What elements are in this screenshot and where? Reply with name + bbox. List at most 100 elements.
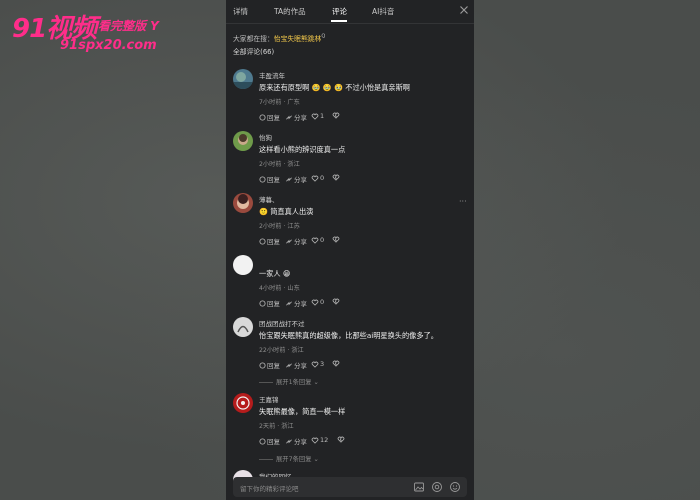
comment-username[interactable]: 团战团战打不过 xyxy=(259,318,305,328)
tab-ai-douyin[interactable]: AI抖音 xyxy=(372,6,394,17)
tab-works[interactable]: TA的作品 xyxy=(274,6,306,17)
broken-heart-icon xyxy=(332,174,340,181)
trending-keyword-link[interactable]: 怡宝失眠熊跳林 xyxy=(274,35,322,43)
comment-meta: 2小时前 · 江苏 xyxy=(259,223,300,230)
comment-username[interactable]: 一家人 😁 xyxy=(259,269,290,279)
like-button[interactable]: 0 xyxy=(311,236,324,244)
dislike-button[interactable] xyxy=(332,298,341,305)
image-icon[interactable] xyxy=(413,481,425,493)
comment-text: 失眠熊最像，简直一模一样 xyxy=(259,407,346,416)
emoji-icon[interactable] xyxy=(449,481,461,493)
comment-actions: 回复 分享 0 xyxy=(259,174,459,184)
avatar[interactable] xyxy=(233,69,253,89)
avatar[interactable] xyxy=(233,317,253,337)
reply-icon xyxy=(259,237,266,245)
dislike-button[interactable] xyxy=(332,174,341,181)
comment-actions: 回复 分享 0 xyxy=(259,298,459,308)
more-options-icon[interactable]: ··· xyxy=(459,197,467,206)
reply-icon xyxy=(259,113,266,121)
heart-icon xyxy=(311,437,319,444)
share-button[interactable]: 分享 xyxy=(285,112,307,122)
share-button[interactable]: 分享 xyxy=(285,236,307,246)
share-icon xyxy=(286,238,292,244)
share-button[interactable]: 分享 xyxy=(285,360,307,370)
comment-meta: 2天前 · 浙江 xyxy=(259,423,294,430)
comment-meta: 2小时前 · 浙江 xyxy=(259,161,300,168)
like-button[interactable]: 0 xyxy=(311,298,324,306)
tab-details[interactable]: 详情 xyxy=(233,6,248,17)
share-icon xyxy=(286,176,292,182)
heart-icon xyxy=(311,237,319,244)
like-count: 0 xyxy=(320,298,325,306)
reply-button[interactable]: 回复 xyxy=(259,236,280,246)
broken-heart-icon xyxy=(332,236,340,243)
avatar[interactable] xyxy=(233,255,253,275)
share-icon xyxy=(286,114,292,120)
expand-replies-button[interactable]: 展开1条回复 ⌄ xyxy=(259,377,319,386)
tab-bar: 详情 TA的作品 评论 AI抖音 xyxy=(226,0,474,24)
comment-username[interactable]: 丰盈流年 xyxy=(259,70,285,80)
comment-username[interactable]: 薄暮、 xyxy=(259,194,279,204)
trending-prefix: 大家都在搜： xyxy=(233,35,274,43)
reply-icon xyxy=(259,299,266,307)
avatar[interactable] xyxy=(233,131,253,151)
expand-replies-button[interactable]: 展开7条回复 ⌄ xyxy=(259,454,319,463)
comment-meta: 7小时前 · 广东 xyxy=(259,99,300,106)
comment-text: 怡宝跟失眠熊真的超级像，比那些ai明星换头的像多了。 xyxy=(259,331,438,340)
avatar[interactable] xyxy=(233,193,253,213)
comment-username[interactable]: 怡狗 xyxy=(259,132,272,142)
like-count: 0 xyxy=(320,236,325,244)
comment-username[interactable]: 王嘉锦 xyxy=(259,394,279,404)
watermark-tag: 看完整版 Y xyxy=(98,19,159,33)
dislike-button[interactable] xyxy=(332,236,341,243)
comment-meta: 22小时前 · 浙江 xyxy=(259,347,304,354)
like-button[interactable]: 1 xyxy=(311,112,324,120)
comment-count: 全部评论(66) xyxy=(233,48,275,56)
like-button[interactable]: 3 xyxy=(311,360,324,368)
dislike-button[interactable] xyxy=(332,112,341,119)
dislike-button[interactable] xyxy=(337,436,346,443)
watermark-url: 91spx20.com xyxy=(60,38,157,53)
mention-icon[interactable] xyxy=(431,481,443,493)
reply-icon xyxy=(259,437,266,445)
reply-icon xyxy=(259,175,266,183)
comment-input[interactable]: 留下你的精彩评论吧 xyxy=(233,477,467,497)
heart-icon xyxy=(311,113,319,120)
share-button[interactable]: 分享 xyxy=(285,298,307,308)
broken-heart-icon xyxy=(332,112,340,119)
reply-button[interactable]: 回复 xyxy=(259,112,280,122)
broken-heart-icon xyxy=(332,360,340,367)
comment-text: 🙂 简直真人出演 xyxy=(259,207,314,216)
like-button[interactable]: 12 xyxy=(311,436,328,444)
comment-meta: 4小时前 · 山东 xyxy=(259,285,300,292)
like-count: 3 xyxy=(320,360,325,368)
share-icon xyxy=(286,438,292,444)
site-watermark: 91视频 看完整版 Y 91spx20.com xyxy=(12,8,182,54)
reply-button[interactable]: 回复 xyxy=(259,174,280,184)
comments-panel: 详情 TA的作品 评论 AI抖音 大家都在搜：怡宝失眠熊跳林Q 全部评论(66)… xyxy=(226,0,474,500)
dislike-button[interactable] xyxy=(332,360,341,367)
broken-heart-icon xyxy=(332,298,340,305)
comment-actions: 回复 分享 12 xyxy=(259,436,459,446)
share-button[interactable]: 分享 xyxy=(285,436,307,446)
share-button[interactable]: 分享 xyxy=(285,174,307,184)
avatar[interactable] xyxy=(233,393,253,413)
search-icon: Q xyxy=(321,33,326,40)
heart-icon xyxy=(311,175,319,182)
close-icon[interactable] xyxy=(459,5,469,15)
comment-input-placeholder: 留下你的精彩评论吧 xyxy=(240,485,299,493)
share-icon xyxy=(286,362,292,368)
comment-actions: 回复 分享 1 xyxy=(259,112,459,122)
share-icon xyxy=(286,300,292,306)
like-count: 1 xyxy=(320,112,325,120)
like-count: 12 xyxy=(320,436,329,444)
comment-actions: 回复 分享 0 xyxy=(259,236,459,246)
reply-button[interactable]: 回复 xyxy=(259,360,280,370)
active-tab-indicator xyxy=(331,20,347,22)
reply-button[interactable]: 回复 xyxy=(259,436,280,446)
tab-comments[interactable]: 评论 xyxy=(332,6,347,17)
like-count: 0 xyxy=(320,174,325,182)
heart-icon xyxy=(311,361,319,368)
like-button[interactable]: 0 xyxy=(311,174,324,182)
reply-button[interactable]: 回复 xyxy=(259,298,280,308)
